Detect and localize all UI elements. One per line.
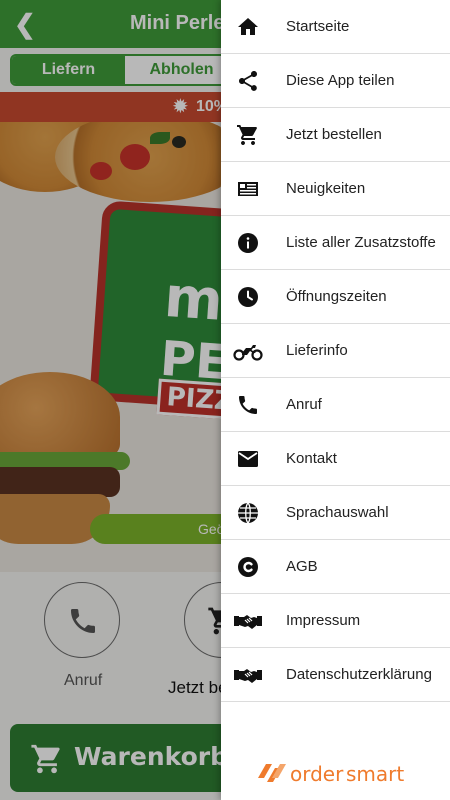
menu-item-startseite[interactable]: Startseite: [221, 0, 450, 54]
menu-item-contact[interactable]: Kontakt: [221, 432, 450, 486]
menu-item-label: Neuigkeiten: [286, 180, 366, 197]
handshake-icon: [233, 663, 263, 687]
mail-icon: [236, 447, 260, 471]
cart-icon: [236, 123, 260, 147]
info-icon: [236, 231, 260, 255]
copyright-icon: [236, 555, 260, 579]
menu-item-label: Lieferinfo: [286, 342, 348, 359]
phone-icon: [236, 393, 260, 417]
menu-item-label: Diese App teilen: [286, 72, 395, 89]
news-icon: [236, 177, 260, 201]
menu-item-label: Impressum: [286, 612, 361, 629]
menu-item-label: Datenschutzerklärung: [286, 666, 432, 683]
order-smart-logo: order smart: [258, 760, 408, 786]
motorbike-icon: [233, 339, 263, 363]
menu-item-delivery-info[interactable]: Lieferinfo: [221, 324, 450, 378]
menu-item-label: Jetzt bestellen: [286, 126, 382, 143]
brand-name-part2: smart: [346, 762, 405, 786]
handshake-icon: [233, 609, 263, 633]
menu-item-order-now[interactable]: Jetzt bestellen: [221, 108, 450, 162]
menu-item-imprint[interactable]: Impressum: [221, 594, 450, 648]
menu-item-label: Sprachauswahl: [286, 504, 389, 521]
menu-item-label: Startseite: [286, 18, 350, 35]
order-smart-logo-icon: [258, 764, 286, 782]
menu-item-news[interactable]: Neuigkeiten: [221, 162, 450, 216]
menu-item-privacy[interactable]: Datenschutzerklärung: [221, 648, 450, 702]
menu-item-label: Öffnungszeiten: [286, 288, 387, 305]
menu-item-label: Kontakt: [286, 450, 337, 467]
navigation-drawer: Startseite Diese App teilen Jetzt bestel…: [221, 0, 450, 800]
share-icon: [236, 69, 260, 93]
menu-item-additives[interactable]: Liste aller Zusatzstoffe: [221, 216, 450, 270]
menu-item-label: AGB: [286, 558, 318, 575]
home-icon: [236, 15, 260, 39]
menu-item-language[interactable]: Sprachauswahl: [221, 486, 450, 540]
menu-item-share-app[interactable]: Diese App teilen: [221, 54, 450, 108]
globe-icon: [236, 501, 260, 525]
menu-item-terms[interactable]: AGB: [221, 540, 450, 594]
menu-item-label: Liste aller Zusatzstoffe: [286, 234, 436, 251]
brand-name-part1: order: [290, 762, 344, 786]
menu-item-call[interactable]: Anruf: [221, 378, 450, 432]
menu-item-opening-hours[interactable]: Öffnungszeiten: [221, 270, 450, 324]
clock-icon: [236, 285, 260, 309]
menu-item-label: Anruf: [286, 396, 322, 413]
